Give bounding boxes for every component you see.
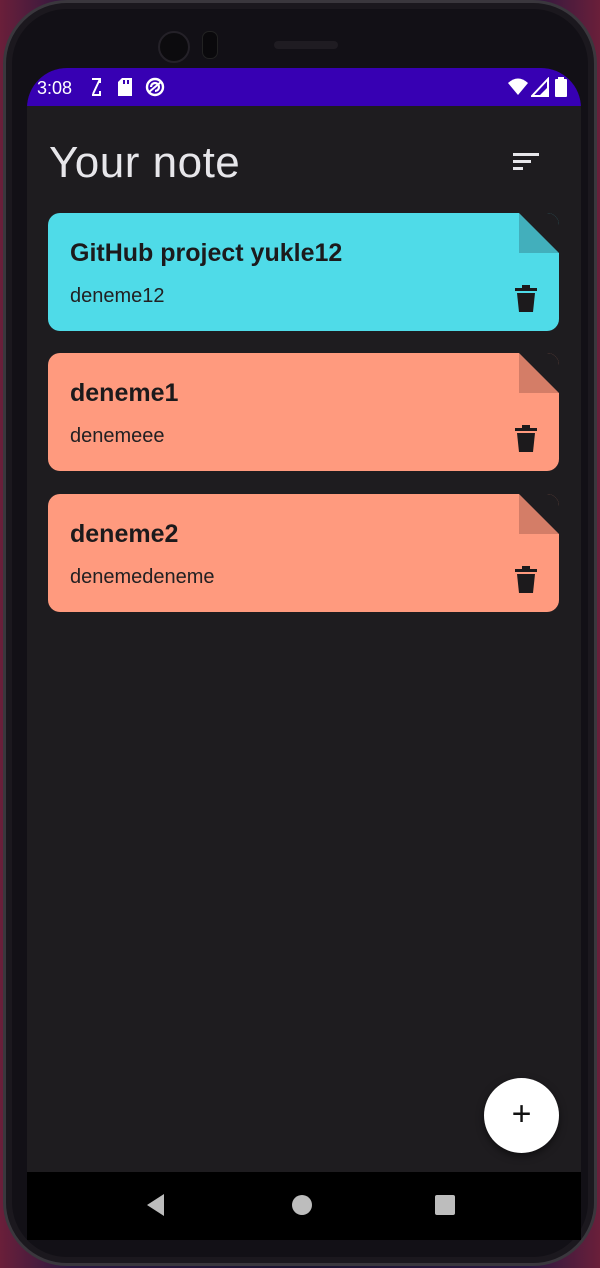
sync-icon [145, 77, 165, 97]
front-camera [158, 31, 190, 63]
sort-icon[interactable] [511, 148, 543, 176]
earpiece-speaker [274, 41, 338, 49]
folded-corner [519, 494, 559, 534]
home-icon[interactable] [290, 1192, 314, 1218]
note-card[interactable]: deneme2 denemedeneme [48, 494, 559, 612]
add-note-button[interactable]: + [484, 1078, 559, 1153]
note-title: deneme1 [70, 379, 179, 407]
sd-card-icon [118, 78, 132, 96]
note-body: denemedeneme [70, 566, 215, 588]
status-bar: 3:08 [27, 68, 581, 106]
app-screen: 3:08 Your note GitHub project yukle12 de… [27, 68, 581, 1240]
note-body: denemeee [70, 425, 165, 447]
note-title: deneme2 [70, 520, 179, 548]
recents-icon[interactable] [433, 1192, 457, 1218]
navigation-bar [27, 1172, 581, 1240]
rotate-icon [92, 78, 101, 96]
page-title: Your note [49, 138, 241, 187]
folded-corner [519, 213, 559, 253]
delete-icon[interactable] [514, 285, 538, 313]
folded-corner [519, 353, 559, 393]
proximity-sensor [202, 31, 218, 59]
note-title: GitHub project yukle12 [70, 239, 343, 267]
note-body: deneme12 [70, 285, 165, 307]
note-card[interactable]: GitHub project yukle12 deneme12 [48, 213, 559, 331]
status-time: 3:08 [37, 78, 73, 98]
delete-icon[interactable] [514, 566, 538, 594]
delete-icon[interactable] [514, 425, 538, 453]
wifi-icon [508, 78, 528, 95]
back-icon[interactable] [144, 1192, 168, 1218]
note-card[interactable]: deneme1 denemeee [48, 353, 559, 471]
add-icon: + [511, 1095, 532, 1133]
signal-icon [531, 77, 549, 97]
battery-icon [555, 77, 567, 97]
